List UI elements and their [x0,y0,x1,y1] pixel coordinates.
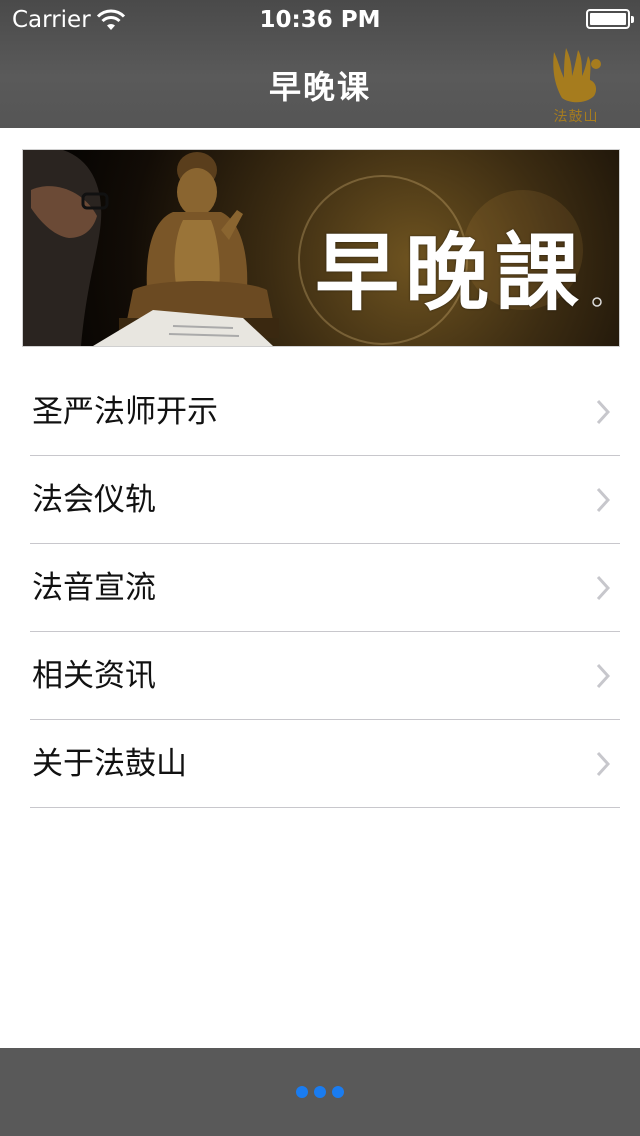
more-button[interactable] [0,1048,640,1136]
navigation-bar: Carrier 10:36 PM 早晚课 法鼓山 [0,0,640,128]
more-dot-icon [332,1086,344,1098]
menu-item-label: 圣严法师开示 [32,394,218,430]
logo-mark-icon [553,48,601,103]
menu-item-related-news[interactable]: 相关资讯 [30,632,620,720]
chevron-right-icon [596,663,610,689]
logo-text: 法鼓山 [553,109,599,125]
banner-title: 早晚課 [314,223,585,322]
menu-item-label: 关于法鼓山 [32,746,187,782]
menu-item-dharma-audio[interactable]: 法音宣流 [30,544,620,632]
status-bar: Carrier 10:36 PM [0,0,640,40]
more-dot-icon [314,1086,326,1098]
banner-image: 早晚課 [22,149,620,347]
menu-item-about-dharma-drum[interactable]: 关于法鼓山 [30,720,620,808]
menu-item-label: 法音宣流 [32,570,156,606]
menu-item-label: 相关资讯 [32,658,156,694]
bottom-toolbar [0,1048,640,1136]
chevron-right-icon [596,487,610,513]
status-time: 10:36 PM [259,7,381,33]
menu-item-label: 法会仪轨 [32,482,156,518]
more-dot-icon [296,1086,308,1098]
chevron-right-icon [596,751,610,777]
dharma-drum-logo: 法鼓山 [546,42,606,126]
menu-list: 圣严法师开示 法会仪轨 法音宣流 相关资讯 关于法鼓山 [0,368,640,808]
battery-icon [586,9,634,29]
menu-item-ritual-procedures[interactable]: 法会仪轨 [30,456,620,544]
menu-item-master-sheng-yen-teachings[interactable]: 圣严法师开示 [30,368,620,456]
chevron-right-icon [596,575,610,601]
page-title: 早晚课 [268,68,371,106]
chevron-right-icon [596,399,610,425]
